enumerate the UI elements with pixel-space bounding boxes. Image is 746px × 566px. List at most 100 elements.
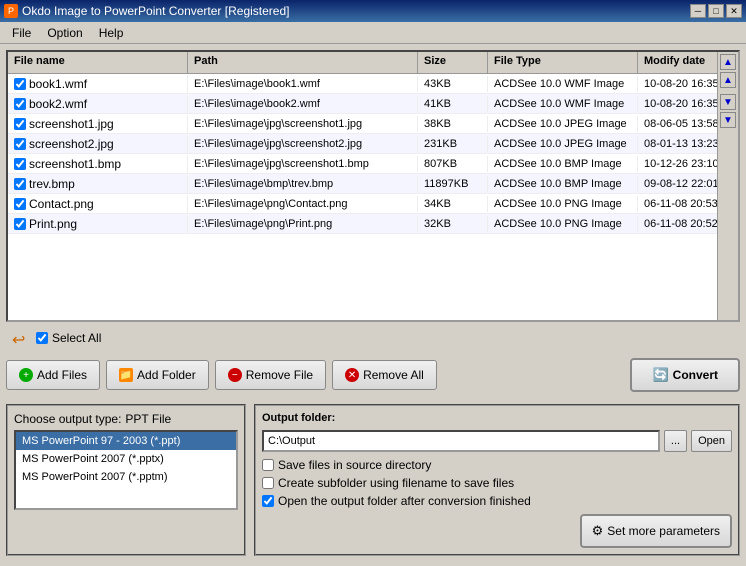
- main-content: File name Path Size File Type Modify dat…: [0, 44, 746, 566]
- app-icon: P: [4, 4, 18, 18]
- option-label-0: Save files in source directory: [278, 458, 431, 472]
- row-checkbox-2[interactable]: [14, 118, 26, 130]
- file-list-with-scroll: File name Path Size File Type Modify dat…: [8, 52, 738, 320]
- td-path: E:\Files\image\book2.wmf: [188, 96, 418, 112]
- remove-all-icon: ✕: [345, 368, 359, 382]
- file-list-panel: File name Path Size File Type Modify dat…: [6, 50, 740, 322]
- add-folder-button[interactable]: 📁 Add Folder: [106, 360, 209, 390]
- td-type: ACDSee 10.0 BMP Image: [488, 156, 638, 172]
- td-name: screenshot1.jpg: [8, 115, 188, 133]
- convert-icon: 🔄: [652, 367, 668, 383]
- td-date: 10-12-26 23:10: [638, 156, 717, 172]
- scroll-up-button[interactable]: ▲: [720, 72, 736, 88]
- row-checkbox-7[interactable]: [14, 218, 26, 230]
- table-row: screenshot1.jpg E:\Files\image\jpg\scree…: [8, 114, 717, 134]
- close-button[interactable]: ✕: [726, 4, 742, 18]
- col-path: Path: [188, 52, 418, 73]
- row-checkbox-cell[interactable]: Contact.png: [14, 197, 181, 211]
- td-date: 08-01-13 13:23: [638, 136, 717, 152]
- open-folder-button[interactable]: Open: [691, 430, 732, 452]
- output-folder-title: Output folder:: [262, 412, 732, 424]
- td-size: 34KB: [418, 196, 488, 212]
- option-checkbox-0[interactable]: [262, 459, 274, 471]
- td-path: E:\Files\image\book1.wmf: [188, 76, 418, 92]
- option-checkbox-2[interactable]: [262, 495, 274, 507]
- scroll-top-button[interactable]: ▲: [720, 54, 736, 70]
- output-folder-input[interactable]: [262, 430, 660, 452]
- td-date: 08-06-05 13:58: [638, 116, 717, 132]
- window-controls: ─ □ ✕: [690, 4, 742, 18]
- row-checkbox-cell[interactable]: screenshot1.jpg: [14, 117, 181, 131]
- col-filename: File name: [8, 52, 188, 73]
- output-type-list[interactable]: MS PowerPoint 97 - 2003 (*.ppt)MS PowerP…: [14, 430, 238, 510]
- output-option[interactable]: MS PowerPoint 97 - 2003 (*.ppt): [16, 432, 236, 450]
- maximize-button[interactable]: □: [708, 4, 724, 18]
- td-name: trev.bmp: [8, 175, 188, 193]
- row-checkbox-cell[interactable]: book1.wmf: [14, 77, 181, 91]
- browse-button[interactable]: ...: [664, 430, 687, 452]
- output-option[interactable]: MS PowerPoint 2007 (*.pptm): [16, 468, 236, 486]
- menu-option[interactable]: Option: [39, 24, 90, 42]
- menu-help[interactable]: Help: [91, 24, 132, 42]
- remove-file-button[interactable]: − Remove File: [215, 360, 326, 390]
- row-checkbox-cell[interactable]: screenshot1.bmp: [14, 157, 181, 171]
- add-files-label: Add Files: [37, 368, 87, 382]
- menu-file[interactable]: File: [4, 24, 39, 42]
- params-row: ⚙ Set more parameters: [262, 514, 732, 548]
- td-type: ACDSee 10.0 WMF Image: [488, 76, 638, 92]
- back-icon[interactable]: ↩: [12, 330, 32, 346]
- output-option[interactable]: MS PowerPoint 2007 (*.pptx): [16, 450, 236, 468]
- remove-all-label: Remove All: [363, 368, 424, 382]
- scroll-bottom-button[interactable]: ▼: [720, 112, 736, 128]
- row-checkbox-cell[interactable]: trev.bmp: [14, 177, 181, 191]
- td-date: 09-08-12 22:01: [638, 176, 717, 192]
- td-type: ACDSee 10.0 PNG Image: [488, 216, 638, 232]
- add-files-button[interactable]: + Add Files: [6, 360, 100, 390]
- td-path: E:\Files\image\jpg\screenshot2.jpg: [188, 136, 418, 152]
- select-all-checkbox[interactable]: [36, 332, 48, 344]
- add-folder-label: Add Folder: [137, 368, 196, 382]
- row-checkbox-1[interactable]: [14, 98, 26, 110]
- minimize-button[interactable]: ─: [690, 4, 706, 18]
- output-type-title: Choose output type: PPT File: [14, 412, 238, 426]
- option-checkbox-1[interactable]: [262, 477, 274, 489]
- checkbox-row-2: Open the output folder after conversion …: [262, 494, 732, 508]
- td-path: E:\Files\image\jpg\screenshot1.bmp: [188, 156, 418, 172]
- add-files-icon: +: [19, 368, 33, 382]
- row-checkbox-3[interactable]: [14, 138, 26, 150]
- td-name: Contact.png: [8, 195, 188, 213]
- row-checkbox-4[interactable]: [14, 158, 26, 170]
- filename-text: Print.png: [29, 217, 77, 231]
- td-path: E:\Files\image\bmp\trev.bmp: [188, 176, 418, 192]
- remove-all-button[interactable]: ✕ Remove All: [332, 360, 437, 390]
- option-label-2: Open the output folder after conversion …: [278, 494, 531, 508]
- action-buttons-bar: + Add Files 📁 Add Folder − Remove File ✕…: [6, 354, 740, 396]
- table-row: trev.bmp E:\Files\image\bmp\trev.bmp 118…: [8, 174, 717, 194]
- td-date: 10-08-20 16:35: [638, 76, 717, 92]
- row-checkbox-cell[interactable]: Print.png: [14, 217, 181, 231]
- filename-text: book2.wmf: [29, 97, 87, 111]
- output-folder-panel: Output folder: ... Open Save files in so…: [254, 404, 740, 556]
- table-row: screenshot2.jpg E:\Files\image\jpg\scree…: [8, 134, 717, 154]
- output-type-panel: Choose output type: PPT File MS PowerPoi…: [6, 404, 246, 556]
- row-checkbox-cell[interactable]: book2.wmf: [14, 97, 181, 111]
- scroll-down-button[interactable]: ▼: [720, 94, 736, 110]
- row-checkbox-6[interactable]: [14, 198, 26, 210]
- filename-text: Contact.png: [29, 197, 94, 211]
- table-row: Print.png E:\Files\image\png\Print.png 3…: [8, 214, 717, 234]
- table-row: screenshot1.bmp E:\Files\image\jpg\scree…: [8, 154, 717, 174]
- td-size: 43KB: [418, 76, 488, 92]
- td-size: 231KB: [418, 136, 488, 152]
- filename-text: book1.wmf: [29, 77, 87, 91]
- remove-file-label: Remove File: [246, 368, 313, 382]
- row-checkbox-5[interactable]: [14, 178, 26, 190]
- row-checkbox-cell[interactable]: screenshot2.jpg: [14, 137, 181, 151]
- file-table-body: book1.wmf E:\Files\image\book1.wmf 43KB …: [8, 74, 717, 320]
- td-name: screenshot2.jpg: [8, 135, 188, 153]
- row-checkbox-0[interactable]: [14, 78, 26, 90]
- convert-button[interactable]: 🔄 Convert: [630, 358, 740, 392]
- td-date: 06-11-08 20:52: [638, 216, 717, 232]
- td-type: ACDSee 10.0 JPEG Image: [488, 116, 638, 132]
- set-params-button[interactable]: ⚙ Set more parameters: [580, 514, 732, 548]
- table-header: File name Path Size File Type Modify dat…: [8, 52, 717, 74]
